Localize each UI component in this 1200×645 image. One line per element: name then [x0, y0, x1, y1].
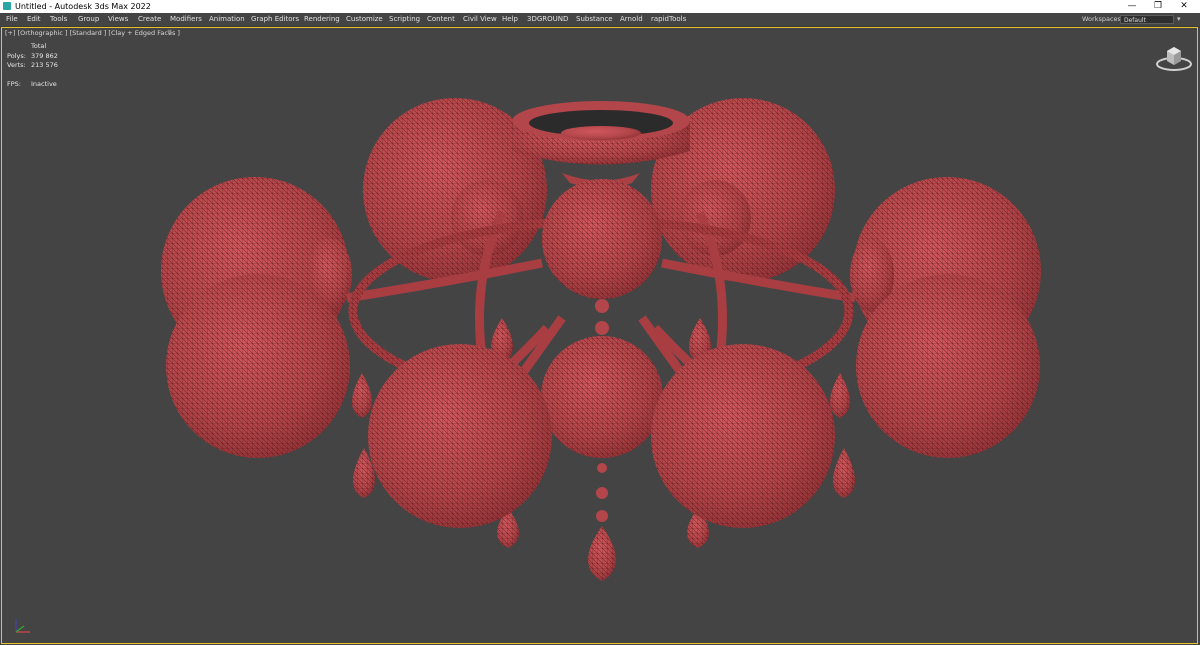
menu-graph-editors[interactable]: Graph Editors — [251, 13, 299, 26]
center-ball-bottom — [541, 321, 663, 458]
menu-3dground[interactable]: 3DGROUND — [527, 13, 568, 26]
menu-civil-view[interactable]: Civil View — [463, 13, 497, 26]
menu-animation[interactable]: Animation — [209, 13, 245, 26]
window-title: Untitled - Autodesk 3ds Max 2022 — [15, 2, 151, 11]
viewcube-icon[interactable] — [1155, 43, 1193, 73]
stats-verts-label: Verts: — [7, 61, 26, 69]
restore-button[interactable]: ❐ — [1145, 0, 1171, 13]
menu-substance[interactable]: Substance — [576, 13, 613, 26]
center-ball-top — [542, 179, 662, 313]
title-bar: Untitled - Autodesk 3ds Max 2022 — ❐ ✕ — [0, 0, 1200, 14]
menu-content[interactable]: Content — [427, 13, 455, 26]
app-icon — [3, 2, 11, 10]
viewport-label-menu[interactable]: [+] [Orthographic ] [Standard ] [Clay + … — [5, 29, 180, 37]
menu-create[interactable]: Create — [138, 13, 161, 26]
stats-polys-label: Polys: — [7, 52, 26, 60]
workspaces-dropdown[interactable]: Default — [1120, 15, 1174, 24]
menu-rendering[interactable]: Rendering — [304, 13, 340, 26]
menu-edit[interactable]: Edit — [27, 13, 41, 26]
menu-scripting[interactable]: Scripting — [389, 13, 420, 26]
menu-customize[interactable]: Customize — [346, 13, 383, 26]
menu-help[interactable]: Help — [502, 13, 518, 26]
menu-rapidtools[interactable]: rapidTools — [651, 13, 686, 26]
menu-group[interactable]: Group — [78, 13, 99, 26]
workspaces-label: Workspaces: — [1082, 15, 1124, 23]
shade-sphere-lower-left — [166, 274, 350, 458]
menu-file[interactable]: File — [6, 13, 18, 26]
menu-bar: File Edit Tools Group Views Create Modif… — [0, 13, 1200, 27]
perspective-viewport[interactable]: [+] [Orthographic ] [Standard ] [Clay + … — [1, 27, 1198, 644]
stats-polys-value: 379 862 — [31, 52, 58, 60]
stats-verts-value: 213 576 — [31, 61, 58, 69]
axis-gizmo-icon — [15, 619, 30, 633]
shade-sphere-front-right — [651, 344, 835, 528]
menu-tools[interactable]: Tools — [50, 13, 67, 26]
close-button[interactable]: ✕ — [1171, 0, 1197, 13]
chevron-down-icon[interactable]: ▾ — [1177, 13, 1181, 26]
filter-icon[interactable]: ⊽ — [167, 29, 172, 37]
stats-fps-label: FPS: — [7, 80, 21, 88]
minimize-button[interactable]: — — [1119, 0, 1145, 13]
stats-fps-value: Inactive — [31, 80, 57, 88]
stats-total-label: Total — [31, 42, 47, 50]
shade-sphere-lower-right — [856, 274, 1040, 458]
chandelier-model[interactable] — [2, 28, 1199, 645]
menu-views[interactable]: Views — [108, 13, 128, 26]
menu-modifiers[interactable]: Modifiers — [170, 13, 202, 26]
menu-arnold[interactable]: Arnold — [620, 13, 643, 26]
shade-sphere-front-left — [368, 344, 552, 528]
